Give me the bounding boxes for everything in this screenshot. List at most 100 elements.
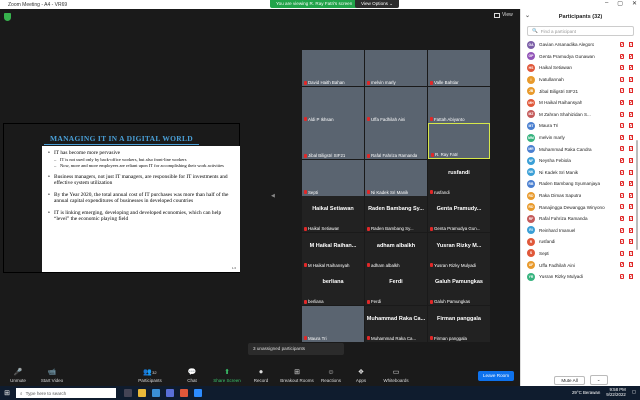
panel-minimize-icon[interactable]: ⌄ <box>525 12 530 19</box>
avatar: S <box>527 249 535 258</box>
avatar: MM <box>527 133 535 142</box>
participant-video-tile[interactable]: Valle Bahtiar <box>428 50 490 86</box>
view-options-button[interactable]: View Options ⌄ <box>355 0 400 8</box>
participant-row[interactable]: NK Ni Kadek Sri Manik <box>521 167 637 179</box>
maximize-button[interactable]: ▢ <box>617 0 623 7</box>
participant-video-tile[interactable]: Raden Bambang Sy... Raden Bambang Sy... <box>365 196 427 232</box>
participant-video-tile[interactable]: Firman panggala Firman panggala <box>428 305 490 342</box>
participant-row[interactable]: NF Neysha Febiola <box>521 155 637 167</box>
participant-video-tile[interactable]: Galuh Pamungkas Galuh Pamungkas <box>428 269 490 305</box>
task-view-icon[interactable] <box>124 389 132 397</box>
start-video-button[interactable]: 📹 Start Video <box>34 367 70 383</box>
participant-video-tile[interactable]: Fattah Abiyanto <box>428 86 490 123</box>
avatar: JB <box>527 87 535 96</box>
participant-video-tile[interactable]: M Haikal Raihan... M Haikal Raihansyah <box>302 232 364 269</box>
browser-icon[interactable] <box>152 389 160 397</box>
view-button[interactable]: View <box>494 12 513 18</box>
participant-row[interactable]: RI Reinhard Imanuel <box>521 225 637 237</box>
minimize-button[interactable]: – <box>605 0 608 7</box>
unmute-button[interactable]: 🎤 Unmute <box>0 367 36 383</box>
participant-status-icons <box>620 181 633 187</box>
participant-scrollbar[interactable] <box>636 140 638 250</box>
whiteboards-button[interactable]: ▭ Whiteboards <box>378 367 414 383</box>
participant-row[interactable]: MM melvin marly <box>521 132 637 144</box>
participant-video-tile[interactable]: Maura Tri <box>302 305 364 342</box>
participant-video-tile[interactable]: Muhammad Raka Ca... Muhammad Raka Ca... <box>365 305 427 342</box>
participant-display-name: Raden Bambang Sy... <box>368 206 424 212</box>
participant-name-label: rusfandi <box>430 190 450 195</box>
breakout-rooms-button[interactable]: ⊞ Breakout Rooms <box>279 367 315 383</box>
slide-title-rule <box>44 144 199 145</box>
participant-row[interactable]: HS Haikal Setiawan <box>521 62 637 74</box>
participant-video-tile[interactable]: Ni Kadek Sri Manik <box>365 159 427 196</box>
participant-video-tile[interactable]: R. Ray Fatri <box>428 123 490 159</box>
windows-start-icon[interactable]: ⊞ <box>0 389 14 397</box>
search-icon: 🔍 <box>532 28 538 33</box>
unassigned-participants[interactable]: 3 unassigned participants <box>248 343 344 355</box>
participant-video-tile[interactable]: rusfandi rusfandi <box>428 159 490 196</box>
participant-row[interactable]: MZ M Zahran Shahizidan S... <box>521 109 637 121</box>
apps-button[interactable]: ❖ Apps <box>343 367 379 383</box>
participant-video-tile[interactable]: Rafal Fahriza Ramanda <box>365 123 427 159</box>
participant-row[interactable]: I Ivatullannah <box>521 74 637 86</box>
participant-row[interactable]: RD Ranajingga Dewangga Winyono <box>521 201 637 213</box>
participant-video-tile[interactable]: adham albalkh adham albalkh <box>365 232 427 269</box>
more-options-button[interactable]: ⌄ <box>589 375 608 385</box>
mic-muted-icon <box>430 336 433 340</box>
participant-video-tile[interactable]: melvin marly <box>365 50 427 86</box>
participant-video-tile[interactable]: Jibal Biligstri SIF21 <box>302 123 364 159</box>
slide-sub-bullet: IT is not used only by back-office worke… <box>48 157 234 162</box>
participant-row[interactable]: MH M Haikal Raihansyah <box>521 97 637 109</box>
mute-all-button[interactable]: Mute All <box>554 375 585 385</box>
clock[interactable]: 9:58 PM 9/22/2022 <box>606 387 626 397</box>
participant-video-tile[interactable]: David Haith Bahan <box>302 50 364 86</box>
share-screen-icon: ⬆ <box>224 369 230 376</box>
security-shield-icon[interactable] <box>4 13 11 21</box>
video-off-icon <box>629 273 633 279</box>
chat-button[interactable]: 💬 Chat <box>174 367 210 383</box>
notification-icon[interactable]: ▢ <box>632 389 636 395</box>
participant-video-tile[interactable]: Aldi P Ikhsan <box>302 86 364 123</box>
participant-row[interactable]: RF Rafal Fahriza Ramanda <box>521 213 637 225</box>
participant-row[interactable]: UF Uffa Fadhilah Aini <box>521 259 637 271</box>
mic-muted-icon <box>620 215 624 221</box>
video-off-icon <box>629 181 633 187</box>
participant-video-tile[interactable]: Ferdi Ferdi <box>365 269 427 305</box>
participants-button[interactable]: 👥32 Participants <box>132 367 168 383</box>
chrome-icon[interactable] <box>180 389 188 397</box>
participant-row[interactable]: GP Genta Pramudya Gunawan <box>521 51 637 63</box>
participant-video-tile[interactable]: berliana berliana <box>302 269 364 305</box>
video-off-icon <box>629 227 633 233</box>
participant-video-tile[interactable]: Haikal Setiawan Haikal Setiawan <box>302 196 364 232</box>
weather-status[interactable]: 29°C Berawan <box>572 390 600 395</box>
participant-row[interactable]: JB Jibal Biligstri SIF21 <box>521 85 637 97</box>
avatar: NK <box>527 168 535 177</box>
share-screen-button[interactable]: ⬆ Share Screen <box>209 367 245 383</box>
participant-video-tile[interactable]: Septi <box>302 159 364 196</box>
store-icon[interactable] <box>166 389 174 397</box>
leave-room-button[interactable]: Leave Room <box>478 371 514 381</box>
participant-row[interactable]: MR Muhammad Raka Candra <box>521 143 637 155</box>
participant-row[interactable]: GA Gavian Arsanadika Alegoro <box>521 39 637 51</box>
collapse-arrow-icon[interactable]: ◀ <box>271 193 275 199</box>
close-button[interactable]: ✕ <box>632 0 637 7</box>
zoom-icon[interactable] <box>194 389 202 397</box>
participant-row[interactable]: S Septi <box>521 248 637 260</box>
participant-row[interactable]: RD Raka Dimas Saputra <box>521 190 637 202</box>
participant-video-tile[interactable]: Uffa Fadhilah Aini <box>365 86 427 123</box>
participant-row[interactable]: RB Raden Bambang Syumanjaya <box>521 178 637 190</box>
file-explorer-icon[interactable] <box>138 389 146 397</box>
participant-name-label: Yusran Rizky Mulyadi <box>430 263 476 268</box>
window-controls: – ▢ ✕ <box>605 0 637 7</box>
participant-video-tile[interactable]: Yusran Rizky M... Yusran Rizky Mulyadi <box>428 232 490 269</box>
avatar: UF <box>527 261 535 270</box>
record-button[interactable]: ⏺ Record <box>243 367 279 383</box>
participant-row[interactable]: Rrusfandi <box>521 236 637 248</box>
participant-row[interactable]: YR Yusran Rizky Mulyadi <box>521 271 637 283</box>
participant-name: Yusran Rizky Mulyadi <box>539 274 583 280</box>
participant-video-tile[interactable]: Genta Pramudy... Genta Pramudya Gun... <box>428 196 490 232</box>
taskbar-search-input[interactable]: ⌕ Type here to search <box>16 388 116 398</box>
avatar: GA <box>527 40 535 49</box>
participant-search-input[interactable]: 🔍 Find a participant <box>527 26 634 36</box>
participant-row[interactable]: MT Maura Tri <box>521 120 637 132</box>
